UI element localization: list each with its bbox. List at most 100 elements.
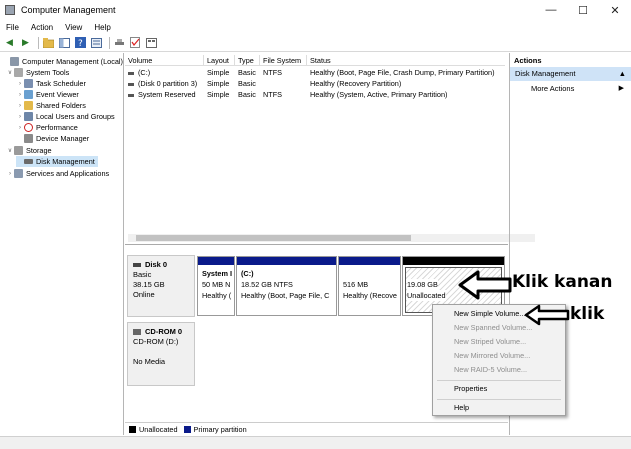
show-hide-tree-icon[interactable] [58, 36, 71, 49]
tree-item-label: Local Users and Groups [36, 112, 115, 121]
partition-status: Healthy ( [202, 291, 232, 300]
expand-icon[interactable]: › [16, 114, 24, 120]
event-viewer-icon [24, 90, 33, 99]
table-row[interactable]: System Reserved Simple Basic NTFS Health… [125, 89, 505, 100]
volume-list-header: Volume Layout Type File System Status [125, 55, 505, 66]
disk-0-state: Online [133, 290, 155, 299]
menu-bar: File Action View Help [0, 20, 631, 34]
tree-services-label: Services and Applications [26, 169, 110, 178]
menu-view[interactable]: View [59, 23, 88, 32]
menu-help[interactable]: Help [433, 401, 565, 415]
disk-0-label[interactable]: Disk 0 Basic 38.15 GB Online [127, 255, 195, 317]
up-folder-icon[interactable] [42, 36, 55, 49]
column-file-system[interactable]: File System [260, 55, 307, 66]
more-actions[interactable]: More Actions ▶ [510, 81, 631, 96]
volume-list: Volume Layout Type File System Status (C… [125, 53, 535, 245]
tree-system-tools[interactable]: ∨ System Tools [6, 67, 69, 78]
legend-unallocated: Unallocated [129, 425, 178, 434]
legend-swatch-primary [183, 425, 191, 433]
cell-type: Basic [238, 90, 256, 99]
legend-label: Primary partition [193, 424, 247, 434]
column-volume[interactable]: Volume [125, 55, 204, 66]
back-icon[interactable]: ◀ [3, 36, 16, 49]
cell-status: Healthy (Boot, Page File, Crash Dump, Pr… [310, 68, 495, 77]
volume-icon [128, 93, 134, 97]
tree-disk-management[interactable]: Disk Management [16, 156, 98, 167]
tree-task-scheduler[interactable]: › Task Scheduler [16, 78, 86, 89]
status-bar [0, 436, 631, 449]
annotation-click: klik [570, 304, 605, 324]
partition-system-reserved[interactable]: System I 50 MB N Healthy ( [197, 256, 235, 316]
expand-icon[interactable]: › [16, 103, 24, 109]
menu-properties[interactable]: Properties [433, 382, 565, 396]
tree-system-tools-label: System Tools [26, 68, 70, 77]
horizontal-scrollbar[interactable] [128, 234, 535, 242]
legend-primary: Primary partition [183, 424, 247, 434]
expand-icon[interactable]: › [6, 171, 14, 177]
menu-new-mirrored-volume[interactable]: New Mirrored Volume... [433, 349, 565, 363]
table-row[interactable]: (Disk 0 partition 3) Simple Basic Health… [125, 78, 505, 89]
partition-recovery[interactable]: 516 MB Healthy (Recove [338, 256, 401, 316]
menu-action[interactable]: Action [25, 23, 59, 32]
partition-size: 516 MB [343, 280, 369, 289]
minimize-icon[interactable]: — [535, 0, 567, 20]
help-icon[interactable]: ? [74, 36, 87, 49]
partition-status: Healthy (Boot, Page File, C [241, 291, 330, 300]
partition-info: 516 MB Healthy (Recove [339, 265, 400, 304]
tree-device-manager[interactable]: Device Manager [16, 133, 89, 144]
cdrom-0-label[interactable]: CD-ROM 0 CD-ROM (D:) No Media [127, 322, 195, 386]
collapse-icon[interactable]: ▲ [619, 67, 626, 81]
expand-icon[interactable]: › [16, 81, 24, 87]
column-layout[interactable]: Layout [204, 55, 235, 66]
cell-layout: Simple [207, 90, 230, 99]
actions-disk-management[interactable]: Disk Management ▲ [510, 67, 631, 81]
forward-icon[interactable]: ▶ [19, 36, 32, 49]
tree-storage[interactable]: ∨ Storage [6, 145, 52, 156]
tree-root[interactable]: Computer Management (Local) [2, 56, 123, 67]
expand-icon[interactable]: › [16, 92, 24, 98]
task-scheduler-icon [24, 79, 33, 88]
cell-status: Healthy (System, Active, Primary Partiti… [310, 90, 448, 99]
tree-item-label: Shared Folders [36, 101, 86, 110]
cell-volume: (Disk 0 partition 3) [125, 78, 204, 89]
connect-icon[interactable] [113, 36, 126, 49]
actions-section-label: Disk Management [515, 69, 576, 78]
partition-c[interactable]: (C:) 18.52 GB NTFS Healthy (Boot, Page F… [236, 256, 337, 316]
partition-status: Healthy (Recove [343, 291, 397, 300]
collapse-icon[interactable]: ∨ [6, 147, 14, 154]
scrollbar-thumb[interactable] [136, 235, 411, 241]
tree-services[interactable]: › Services and Applications [6, 168, 109, 179]
collapse-icon[interactable]: ∨ [6, 69, 14, 76]
maximize-icon[interactable]: ☐ [567, 0, 599, 20]
close-icon[interactable]: ✕ [599, 0, 631, 20]
submenu-arrow-icon: ▶ [618, 85, 624, 92]
toolbar: ◀ ▶ ? [0, 34, 631, 52]
expand-icon[interactable]: › [16, 125, 24, 131]
menu-file[interactable]: File [0, 23, 25, 32]
checklist-icon[interactable] [129, 36, 142, 49]
volume-name: (Disk 0 partition 3) [138, 79, 198, 88]
properties-icon[interactable] [90, 36, 103, 49]
tree-shared-folders[interactable]: › Shared Folders [16, 100, 86, 111]
partition-size: 19.08 GB [407, 279, 438, 290]
partition-size: 50 MB N [202, 280, 231, 289]
column-status[interactable]: Status [307, 55, 505, 66]
tree-local-users[interactable]: › Local Users and Groups [16, 111, 115, 122]
tree-event-viewer[interactable]: › Event Viewer [16, 89, 79, 100]
menu-new-striped-volume[interactable]: New Striped Volume... [433, 335, 565, 349]
performance-icon [24, 123, 33, 132]
actions-header: Actions [514, 56, 542, 65]
view-icon[interactable] [145, 36, 158, 49]
menu-help[interactable]: Help [88, 23, 116, 32]
table-row[interactable]: (C:) Simple Basic NTFS Healthy (Boot, Pa… [125, 67, 505, 78]
tree-performance[interactable]: › Performance [16, 122, 78, 133]
partition-info: 19.08 GB Unallocated [403, 265, 504, 304]
menu-separator [437, 380, 561, 381]
toolbar-separator [109, 36, 110, 49]
volume-name: System Reserved [138, 90, 196, 99]
column-type[interactable]: Type [235, 55, 260, 66]
cdrom-icon [133, 329, 141, 336]
partition-bar [339, 257, 400, 265]
menu-new-raid5-volume[interactable]: New RAID-5 Volume... [433, 363, 565, 377]
